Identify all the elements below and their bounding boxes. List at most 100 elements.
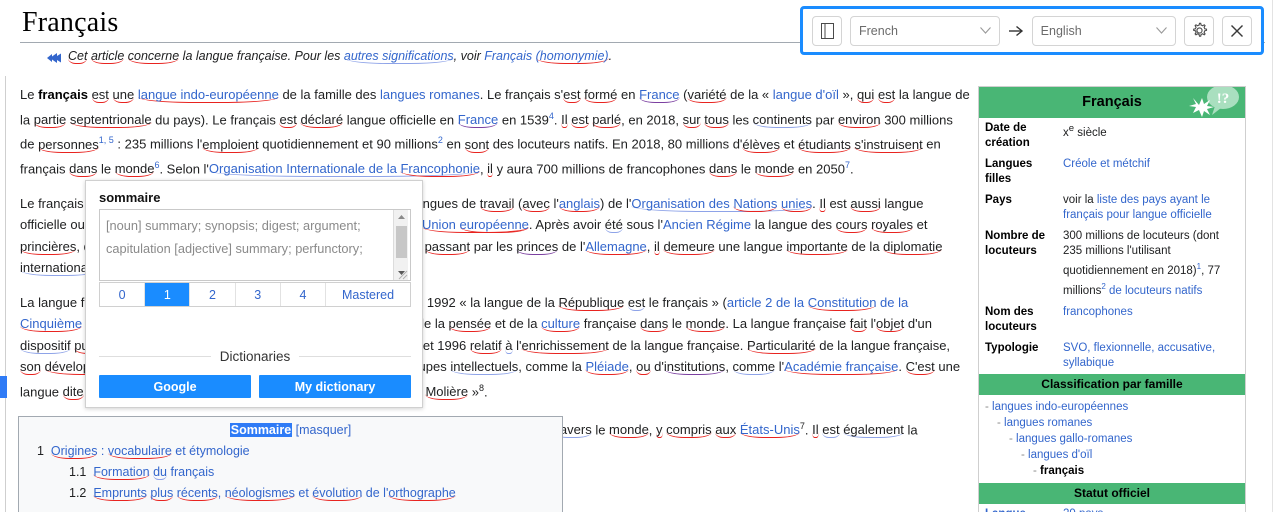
infobox-row-pays: Pays voir la liste des pays ayant le fra… (979, 190, 1245, 226)
infobox-table: Date de création xe siècle Langues fille… (979, 118, 1245, 374)
link-ancien-regime[interactable]: Ancien Régime (663, 217, 751, 232)
infobox-row-langue: Langue 29 pays (979, 504, 1245, 512)
infobox-key: Pays (985, 194, 1012, 206)
tree-item[interactable]: - langues indo-européennes (985, 399, 1239, 415)
tree-item[interactable]: - langues gallo-romanes (985, 431, 1239, 447)
tree-dash: - (997, 416, 1005, 429)
link-france[interactable]: France (639, 87, 680, 103)
arrow-right-icon (1008, 25, 1023, 36)
popup-dictionaries-divider: Dictionaries (99, 349, 411, 364)
target-language-select[interactable]: English (1031, 15, 1176, 46)
infobox-key: Date de création (985, 122, 1030, 149)
hatnote: Cet article concerne la langue française… (68, 49, 613, 64)
level-button-3[interactable]: 3 (235, 283, 281, 306)
toc-header: Sommaire [masquer] (29, 423, 552, 437)
toc-row[interactable]: 1.2 Emprunts plus récents, néologismes e… (29, 483, 552, 504)
scroll-up-arrow-icon[interactable] (394, 210, 409, 224)
google-dictionary-button[interactable]: Google (99, 375, 251, 398)
svg-text:!?: !? (1217, 91, 1230, 107)
infobox-value-text: 300 millions de locuteurs (dont 235 mill… (1063, 230, 1219, 277)
infobox-link-typologie[interactable]: SVO, flexionnelle, accusative, syllabiqu… (1063, 342, 1215, 369)
hatnote-mid: , voir (453, 49, 485, 63)
my-dictionary-button[interactable]: My dictionary (259, 375, 411, 398)
infobox-link-creole[interactable]: Créole et métchif (1063, 158, 1150, 170)
popup-definition-textarea[interactable]: [noun] summary; synopsis; digest; argume… (99, 209, 411, 281)
toc-row-number: 1.1 (69, 465, 87, 479)
link-langue-doil[interactable]: langue d'oïl (773, 87, 839, 102)
tree-label: langues romanes (1004, 416, 1093, 429)
toc-toggle-link[interactable]: [masquer] (296, 423, 352, 437)
popup-dictionary-buttons: Google My dictionary (99, 375, 411, 398)
link-langue-indo-europeenne[interactable]: langue indo-européenne (137, 87, 279, 103)
page-title: Français (22, 7, 119, 38)
infobox-link-francophones[interactable]: francophones (1063, 306, 1133, 318)
tree-label: langues indo-européennes (992, 400, 1129, 413)
infobox-value: 300 millions de locuteurs (dont 235 mill… (1057, 226, 1245, 302)
popup-level-selector: 0 1 2 3 4 Mastered (99, 282, 411, 307)
link-anglais[interactable]: anglais (558, 195, 601, 212)
infobox-value: SVO, flexionnelle, accusative, syllabiqu… (1057, 338, 1245, 374)
tree-dash: - (1009, 432, 1017, 445)
hatnote-link-autres[interactable]: autres significations (343, 49, 454, 64)
target-language-label: English (1040, 23, 1082, 38)
hatnote-end: . (608, 49, 613, 63)
link-etats-unis[interactable]: États-Unis (739, 422, 800, 439)
infobox-classification-title: Classification par famille (979, 373, 1245, 395)
book-button[interactable] (812, 15, 842, 46)
level-button-0[interactable]: 0 (100, 283, 146, 306)
infobox-value-prefix: voir la (1063, 194, 1097, 206)
toc-row[interactable]: 1.1 Formation du français (29, 462, 552, 483)
toc-row-number: 1.2 (69, 486, 87, 500)
source-language-select[interactable]: French (850, 15, 1000, 46)
tree-item[interactable]: - langues romanes (985, 415, 1239, 431)
toc-row-number: 1 (37, 444, 44, 458)
infobox-value: xe siècle (1063, 123, 1107, 139)
infobox-classification-tree: - langues indo-européennes - langues rom… (979, 395, 1245, 483)
tree-dash: - (1033, 464, 1041, 477)
link-oif[interactable]: Organisation Internationale de la Franco… (208, 161, 480, 178)
infobox-key: Nombre de locuteurs (985, 230, 1046, 257)
book-icon (820, 22, 834, 39)
level-button-2[interactable]: 2 (190, 283, 236, 306)
infobox-value: Créole et métchif (1057, 154, 1245, 190)
dictionary-popup: sommaire [noun] summary; synopsis; diges… (85, 180, 423, 408)
infobox-row-nombre-locuteurs: Nombre de locuteurs 300 millions de locu… (979, 226, 1245, 302)
level-button-mastered[interactable]: Mastered (326, 283, 410, 306)
tree-dash: - (1021, 448, 1029, 461)
speech-bubble-icon: !? (1189, 87, 1239, 117)
link-academie-francaise[interactable]: Académie française (784, 359, 899, 376)
infobox-status-value: 29 pays (1057, 504, 1245, 512)
disambiguation-icon (47, 53, 61, 63)
link-langues-romanes[interactable]: langues romanes (380, 87, 480, 102)
popup-word: sommaire (99, 190, 161, 205)
link-union-europeenne[interactable]: Union européenne (421, 217, 529, 234)
link-culture[interactable]: culture (541, 316, 581, 333)
infobox-row-langues-filles: Langues filles Créole et métchif (979, 154, 1245, 190)
link-allemagne[interactable]: Allemagne (585, 238, 647, 255)
infobox: Français !? Date de création xe siècle L… (978, 86, 1246, 512)
link-onu[interactable]: Organisation des Nations unies (631, 195, 813, 212)
infobox-status-title: Statut officiel (979, 482, 1245, 504)
level-button-4[interactable]: 4 (280, 283, 327, 306)
scrollbar-thumb[interactable] (396, 226, 407, 258)
resize-grip-icon[interactable] (395, 267, 408, 280)
tree-item-current: - français (985, 463, 1239, 479)
link-pleiade[interactable]: Pléiade (585, 359, 629, 376)
toc-row-label[interactable]: Origines : vocabulaire et étymologie (50, 444, 250, 459)
toc-row-label[interactable]: Emprunts plus récents, néologismes et év… (93, 486, 456, 501)
level-button-1[interactable]: 1 (145, 283, 191, 306)
toc-row[interactable]: 1 Origines : vocabulaire et étymologie (29, 441, 552, 462)
infobox-row-typologie: Typologie SVO, flexionnelle, accusative,… (979, 338, 1245, 374)
page-root: Français Cet article concerne la langue … (0, 0, 1280, 512)
settings-button[interactable] (1184, 15, 1214, 46)
close-button[interactable] (1222, 15, 1252, 46)
link-france-2[interactable]: France (457, 111, 499, 128)
toc-row-label[interactable]: Formation du français (93, 465, 214, 480)
infobox-link-locuteurs-natifs[interactable]: de locuteurs natifs (1106, 285, 1202, 297)
hatnote-link-homonymie[interactable]: Français (homonymie) (484, 49, 609, 64)
divider-line-right (299, 356, 411, 357)
infobox-value: francophones (1057, 302, 1245, 338)
tree-item[interactable]: - langues d'oïl (985, 447, 1239, 463)
translator-toolbar: French English (800, 6, 1264, 55)
infobox-title: Français (1082, 94, 1142, 110)
